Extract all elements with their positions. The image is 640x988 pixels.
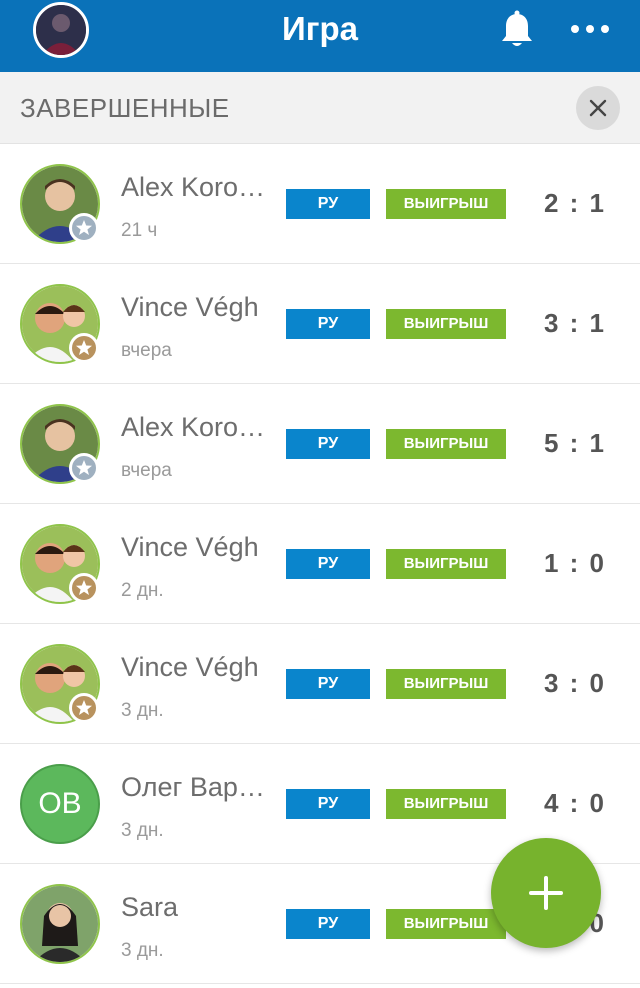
result-badge: ВЫИГРЫШ: [386, 189, 506, 219]
game-time: 3 дн.: [121, 940, 164, 961]
player-name: Vince Végh: [121, 292, 259, 322]
game-row[interactable]: Vince Végh 2 дн. РУ ВЫИГРЫШ 1 : 0: [0, 504, 640, 624]
language-badge: РУ: [286, 909, 370, 939]
language-badge: РУ: [286, 669, 370, 699]
new-game-button[interactable]: [491, 838, 601, 948]
section-header: ЗАВЕРШЕННЫЕ: [0, 72, 640, 144]
silver-star-icon: [69, 453, 99, 483]
close-icon: [589, 99, 607, 117]
player-initials-avatar: OB: [20, 764, 100, 844]
game-row[interactable]: Vince Végh вчера РУ ВЫИГРЫШ 3 : 1: [0, 264, 640, 384]
result-badge: ВЫИГРЫШ: [386, 429, 506, 459]
bronze-star-icon: [69, 573, 99, 603]
game-time: вчера: [121, 340, 172, 361]
game-score: 5 : 1: [543, 428, 606, 458]
more-options-button[interactable]: [569, 14, 611, 44]
player-name: Alex Koro…: [121, 412, 266, 442]
notifications-button[interactable]: [499, 10, 535, 50]
plus-icon: [529, 876, 563, 910]
app-header: Игра: [0, 0, 640, 72]
silver-star-icon: [69, 213, 99, 243]
player-name: Sara: [121, 892, 179, 922]
language-badge: РУ: [286, 429, 370, 459]
player-photo: [22, 886, 98, 962]
game-score: 2 : 1: [543, 188, 606, 218]
more-dots-icon: [571, 25, 609, 33]
game-row[interactable]: Alex Koro… вчера РУ ВЫИГРЫШ 5 : 1: [0, 384, 640, 504]
result-badge: ВЫИГРЫШ: [386, 669, 506, 699]
game-time: 2 дн.: [121, 580, 164, 601]
player-name: Alex Koro…: [121, 172, 266, 202]
game-time: 21 ч: [121, 220, 158, 241]
page-title: Игра: [282, 10, 358, 47]
result-badge: ВЫИГРЫШ: [386, 309, 506, 339]
result-badge: ВЫИГРЫШ: [386, 789, 506, 819]
game-time: 3 дн.: [121, 700, 164, 721]
result-badge: ВЫИГРЫШ: [386, 909, 506, 939]
game-time: 3 дн.: [121, 820, 164, 841]
player-avatar: [20, 884, 100, 964]
language-badge: РУ: [286, 309, 370, 339]
result-badge: ВЫИГРЫШ: [386, 549, 506, 579]
language-badge: РУ: [286, 189, 370, 219]
game-score: 3 : 1: [543, 308, 606, 338]
game-row[interactable]: Vince Végh 3 дн. РУ ВЫИГРЫШ 3 : 0: [0, 624, 640, 744]
player-name: Vince Végh: [121, 652, 259, 682]
game-score: 4 : 0: [543, 788, 606, 818]
bronze-star-icon: [69, 693, 99, 723]
bell-icon: [502, 10, 532, 46]
close-section-button[interactable]: [576, 86, 620, 130]
player-name: Олег Вар…: [121, 772, 265, 802]
game-score: 1 : 0: [543, 548, 606, 578]
player-name: Vince Végh: [121, 532, 259, 562]
language-badge: РУ: [286, 549, 370, 579]
bronze-star-icon: [69, 333, 99, 363]
game-time: вчера: [121, 460, 172, 481]
language-badge: РУ: [286, 789, 370, 819]
section-title: ЗАВЕРШЕННЫЕ: [20, 93, 230, 123]
game-score: 3 : 0: [543, 668, 606, 698]
game-row[interactable]: Alex Koro… 21 ч РУ ВЫИГРЫШ 2 : 1: [0, 144, 640, 264]
